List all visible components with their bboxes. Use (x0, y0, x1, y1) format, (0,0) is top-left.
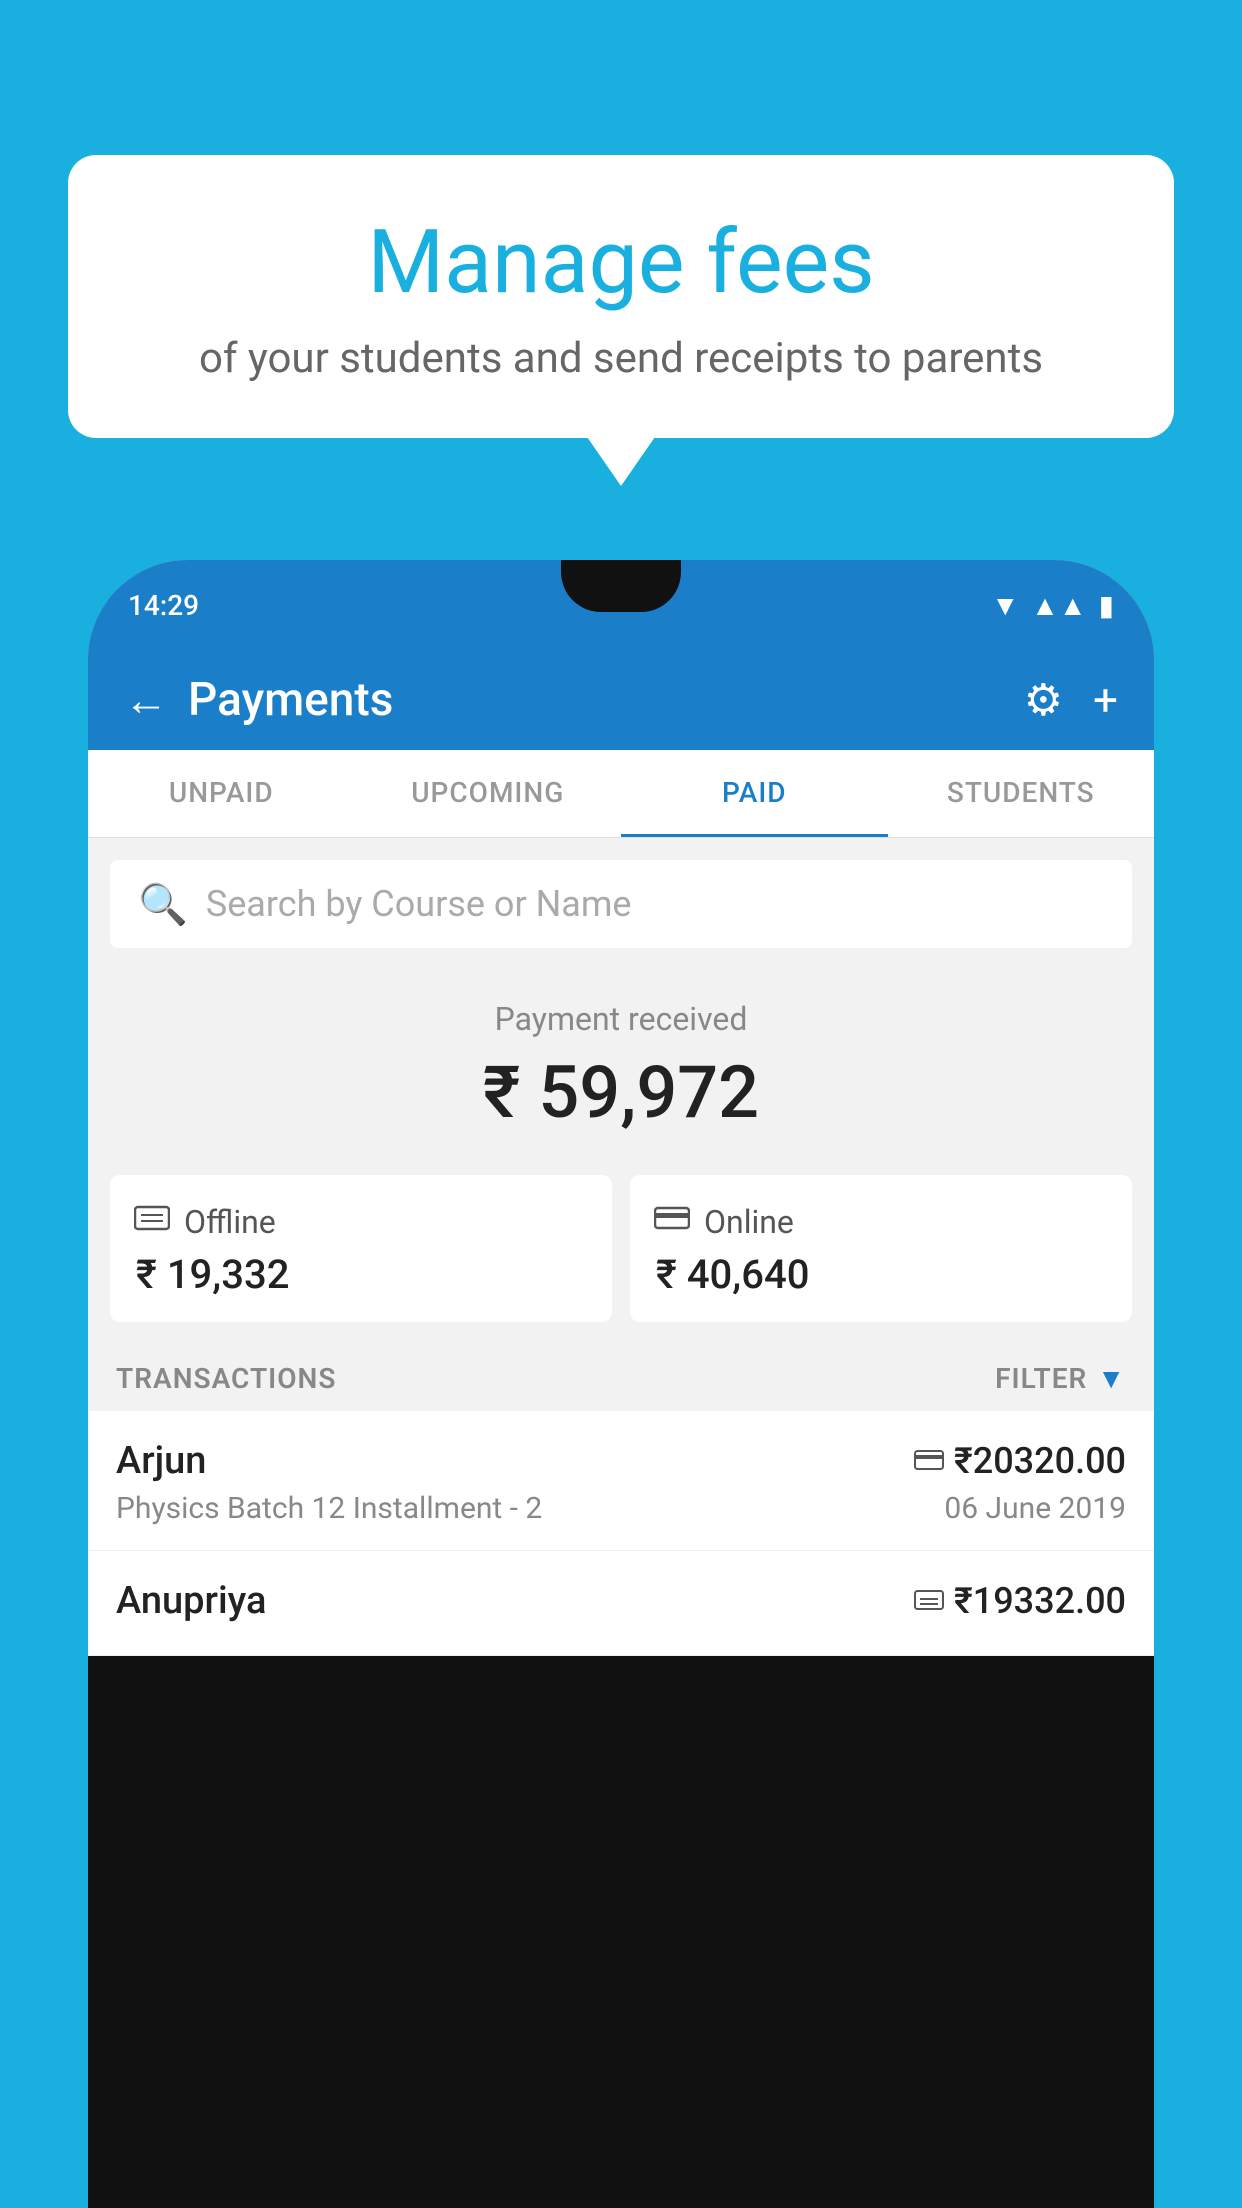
speech-bubble-title: Manage fees (118, 215, 1124, 312)
phone-content: 🔍 Search by Course or Name Payment recei… (88, 838, 1154, 1656)
payment-received-label: Payment received (110, 1000, 1132, 1038)
filter-label: FILTER (995, 1362, 1087, 1395)
payment-cards-row: Offline ₹ 19,332 Online ₹ 4 (88, 1157, 1154, 1340)
speech-bubble: Manage fees of your students and send re… (68, 155, 1174, 438)
add-icon[interactable]: + (1093, 674, 1118, 726)
tab-students[interactable]: STUDENTS (888, 750, 1155, 837)
app-header: ← Payments ⚙ + (88, 650, 1154, 750)
payment-amount: ₹ 59,972 (110, 1050, 1132, 1135)
header-right: ⚙ + (1024, 674, 1118, 726)
transaction-amount-2: ₹19332.00 (954, 1580, 1126, 1622)
status-bar: 14:29 ▼ ▲▲ ▮ (88, 560, 1154, 650)
phone-notch (561, 560, 681, 612)
tab-upcoming[interactable]: UPCOMING (355, 750, 622, 837)
phone-frame: 14:29 ▼ ▲▲ ▮ ← Payments ⚙ + UNPAID (88, 560, 1154, 2208)
wifi-icon: ▼ (991, 589, 1019, 622)
signal-icon: ▲▲ (1031, 589, 1086, 622)
transaction-course-1: Physics Batch 12 Installment - 2 (116, 1491, 542, 1526)
online-label: Online (704, 1203, 794, 1241)
transaction-amount-row-2: ₹19332.00 (914, 1580, 1126, 1622)
payment-card-online: Online ₹ 40,640 (630, 1175, 1132, 1322)
status-icons: ▼ ▲▲ ▮ (991, 589, 1114, 622)
transaction-row[interactable]: Arjun ₹20320.00 Physics Batch 12 Install… (88, 1411, 1154, 1551)
tab-unpaid[interactable]: UNPAID (88, 750, 355, 837)
tab-paid[interactable]: PAID (621, 750, 888, 837)
header-title: Payments (188, 673, 393, 727)
transaction-date-1: 06 June 2019 (944, 1491, 1126, 1526)
card-header-online: Online (654, 1203, 1108, 1241)
offline-icon (134, 1203, 170, 1241)
online-icon (654, 1204, 690, 1240)
payment-card-offline: Offline ₹ 19,332 (110, 1175, 612, 1322)
transaction-name-2: Anupriya (116, 1579, 266, 1623)
settings-icon[interactable]: ⚙ (1024, 674, 1063, 726)
phone-screen: 14:29 ▼ ▲▲ ▮ ← Payments ⚙ + UNPAID (88, 560, 1154, 1656)
online-amount: ₹ 40,640 (654, 1251, 1108, 1298)
card-header-offline: Offline (134, 1203, 588, 1241)
filter-button[interactable]: FILTER ▼ (995, 1362, 1126, 1395)
offline-label: Offline (184, 1203, 276, 1241)
payment-type-icon-2 (914, 1585, 944, 1618)
search-bar[interactable]: 🔍 Search by Course or Name (110, 860, 1132, 948)
filter-icon: ▼ (1097, 1362, 1126, 1395)
header-left: ← Payments (124, 673, 393, 727)
speech-bubble-subtitle: of your students and send receipts to pa… (118, 334, 1124, 383)
payment-received-section: Payment received ₹ 59,972 (88, 970, 1154, 1157)
tabs-bar: UNPAID UPCOMING PAID STUDENTS (88, 750, 1154, 838)
transaction-top-2: Anupriya ₹19332.00 (116, 1579, 1126, 1623)
search-icon: 🔍 (138, 881, 188, 928)
transaction-name-1: Arjun (116, 1439, 206, 1483)
offline-amount: ₹ 19,332 (134, 1251, 588, 1298)
battery-icon: ▮ (1099, 589, 1114, 622)
transaction-bottom-1: Physics Batch 12 Installment - 2 06 June… (116, 1491, 1126, 1526)
back-button[interactable]: ← (124, 678, 168, 722)
transaction-amount-row-1: ₹20320.00 (914, 1440, 1126, 1482)
search-input[interactable]: Search by Course or Name (206, 883, 632, 925)
transactions-label: TRANSACTIONS (116, 1362, 336, 1395)
transactions-header: TRANSACTIONS FILTER ▼ (88, 1340, 1154, 1411)
transaction-amount-1: ₹20320.00 (954, 1440, 1126, 1482)
transaction-row-2[interactable]: Anupriya ₹19332.00 (88, 1551, 1154, 1656)
payment-type-icon-1 (914, 1445, 944, 1478)
status-time: 14:29 (128, 589, 199, 622)
transaction-top-1: Arjun ₹20320.00 (116, 1439, 1126, 1483)
